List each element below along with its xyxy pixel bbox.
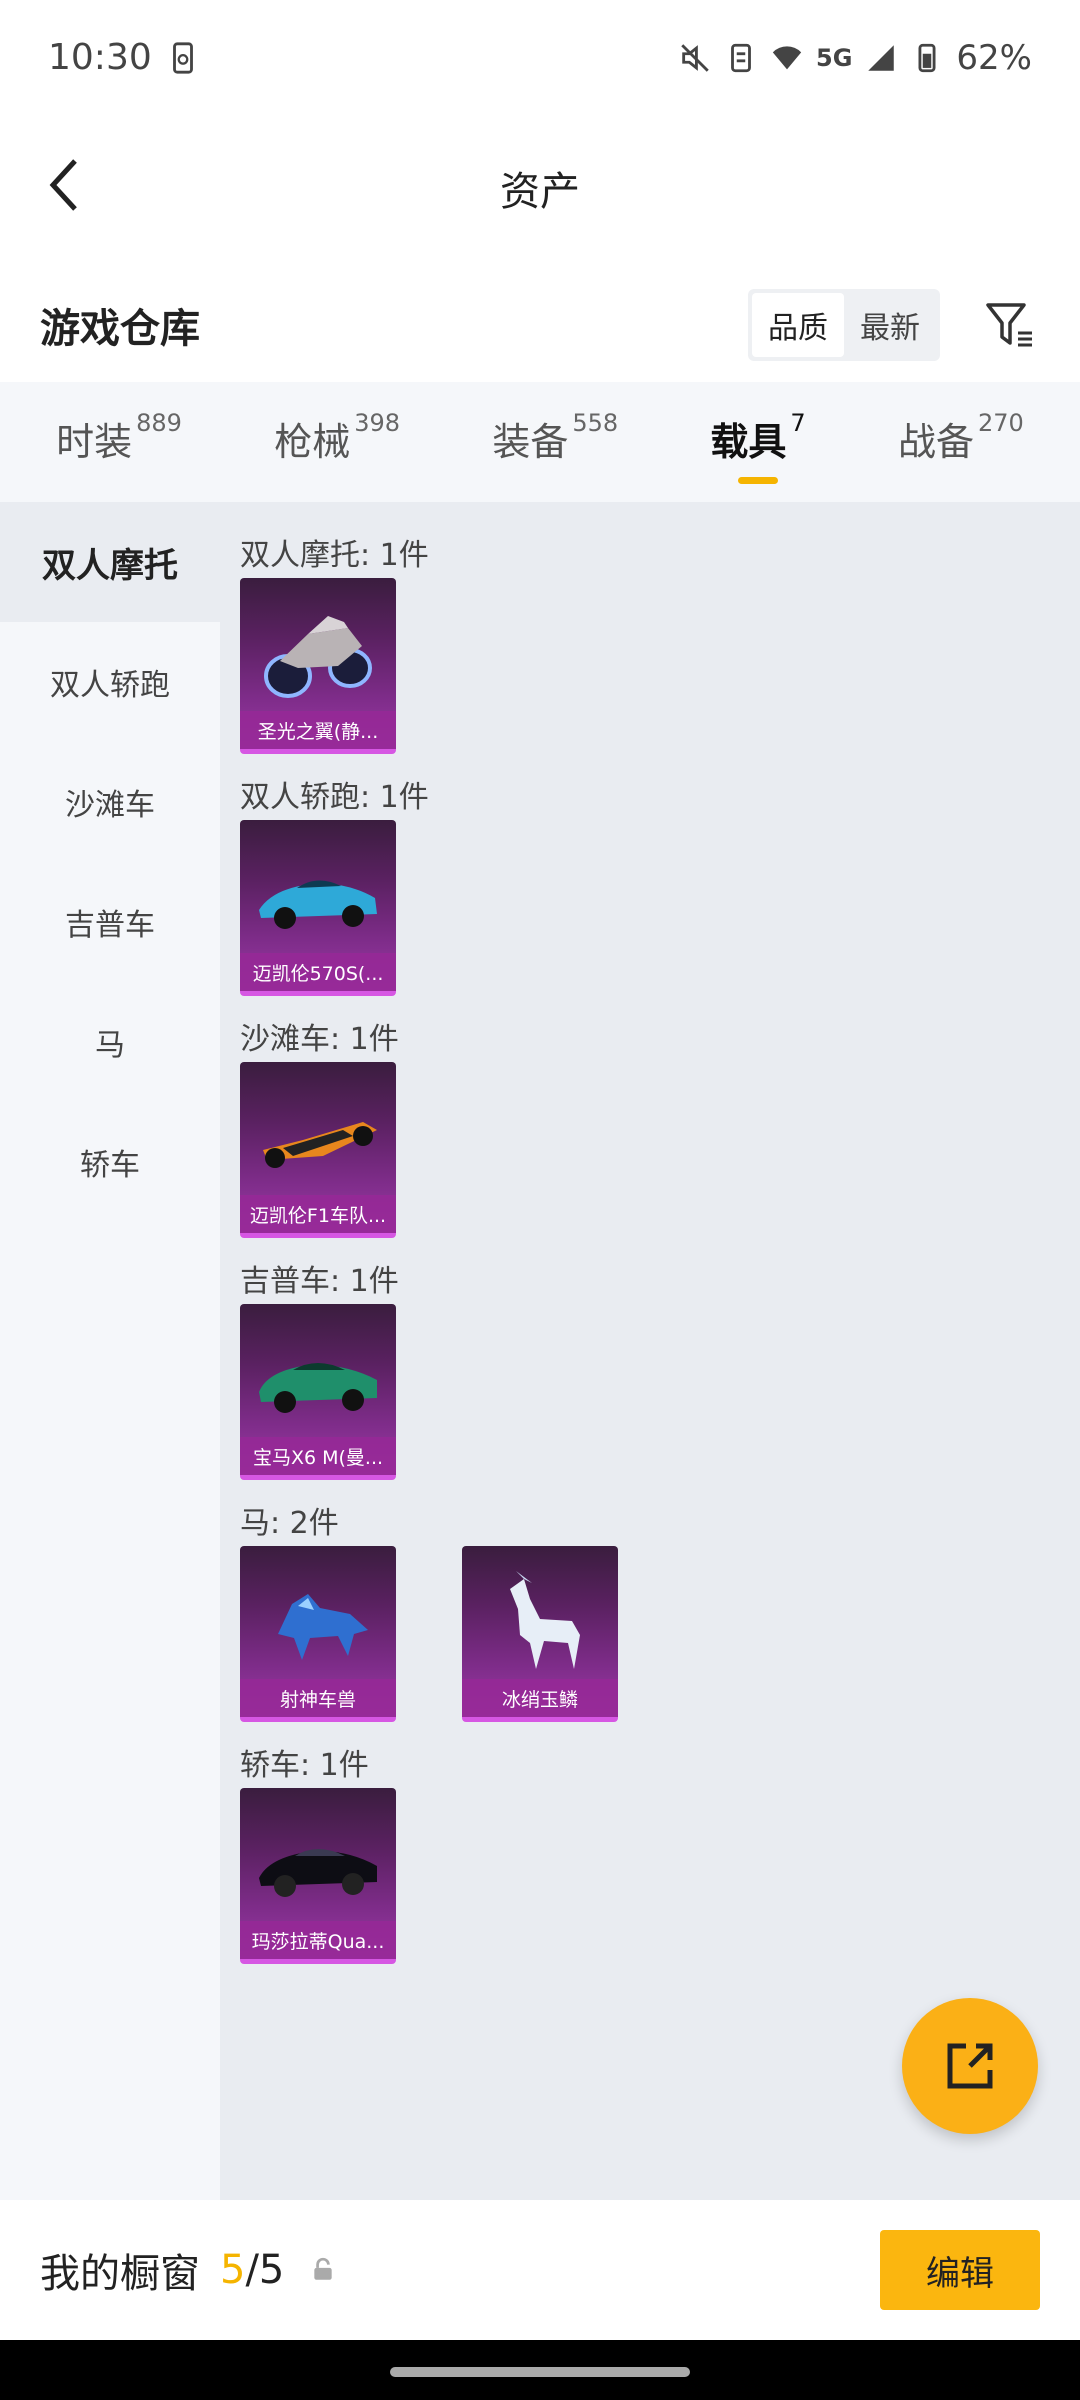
motorcycle-icon <box>246 596 390 716</box>
ice-horse-icon <box>468 1564 612 1684</box>
item-card[interactable]: 冰绡玉鳞 <box>462 1546 618 1722</box>
showcase-bar: 我的橱窗 5/5 编辑 <box>0 2200 1080 2340</box>
showcase-current: 5 <box>220 2247 246 2293</box>
suv-icon <box>246 1322 390 1442</box>
item-name: 圣光之翼(静... <box>240 711 396 749</box>
sidebar-item-double-coupe[interactable]: 双人轿跑 <box>0 622 220 742</box>
section-title: 游戏仓库 <box>40 306 200 352</box>
sidebar-item-double-motorcycle[interactable]: 双人摩托 <box>0 502 220 622</box>
tab-count: 7 <box>790 408 806 437</box>
tab-vehicles[interactable]: 载具 7 <box>710 401 806 484</box>
battery-icon <box>918 43 936 72</box>
vehicle-list: 双人摩托: 1件 圣光之翼(静... 双人轿跑: 1件 迈凯伦570S(... … <box>220 502 1080 2200</box>
filter-icon <box>986 303 1032 347</box>
item-name: 迈凯伦F1车队... <box>240 1195 396 1233</box>
tab-label: 时装 <box>56 419 133 464</box>
group-title: 马: 2件 <box>240 1506 339 1541</box>
sports-car-icon <box>246 838 390 958</box>
item-card[interactable]: 射神车兽 <box>240 1546 396 1722</box>
group-title: 沙滩车: 1件 <box>240 1022 399 1057</box>
f1-car-icon <box>246 1080 390 1200</box>
item-name: 宝马X6 M(曼... <box>240 1437 396 1475</box>
header: 资产 <box>0 115 1080 260</box>
page-title: 资产 <box>500 168 580 215</box>
signal-icon <box>868 44 895 71</box>
group-title: 吉普车: 1件 <box>240 1264 399 1299</box>
sidebar-item-horse[interactable]: 马 <box>0 982 220 1102</box>
tab-count: 270 <box>977 408 1024 437</box>
warehouse-section-header: 游戏仓库 品质 最新 <box>0 275 1080 375</box>
showcase-total: /5 <box>245 2247 285 2293</box>
phone-sync-icon <box>172 41 193 74</box>
sort-quality-button[interactable]: 品质 <box>752 293 844 357</box>
lock-icon <box>314 2257 333 2280</box>
group-title: 轿车: 1件 <box>240 1748 369 1783</box>
sort-toggle: 品质 最新 <box>748 289 940 361</box>
sidebar-item-jeep[interactable]: 吉普车 <box>0 862 220 982</box>
edit-button[interactable]: 编辑 <box>880 2230 1040 2310</box>
home-gesture-handle[interactable] <box>390 2367 690 2377</box>
group-title: 双人摩托: 1件 <box>240 538 429 573</box>
tab-label: 枪械 <box>274 419 351 464</box>
status-bar: 10:30 5G 62% <box>0 0 1080 115</box>
tab-supplies[interactable]: 战备 270 <box>898 401 1024 484</box>
share-fab-button[interactable] <box>902 1998 1038 2134</box>
item-name: 迈凯伦570S(... <box>240 953 396 991</box>
tab-count: 558 <box>572 408 619 437</box>
sidebar-item-sedan[interactable]: 轿车 <box>0 1102 220 1222</box>
sort-newest-button[interactable]: 最新 <box>844 293 936 357</box>
network-type: 5G <box>816 43 853 72</box>
item-card[interactable]: 迈凯伦570S(... <box>240 820 396 996</box>
tab-label: 装备 <box>492 419 569 464</box>
item-card[interactable]: 玛莎拉蒂Qua... <box>240 1788 396 1964</box>
tab-label: 战备 <box>897 419 974 464</box>
item-card[interactable]: 迈凯伦F1车队... <box>240 1062 396 1238</box>
showcase-label: 我的橱窗 <box>40 2251 200 2297</box>
filter-button[interactable] <box>980 295 1040 355</box>
tab-label: 载具 <box>710 419 787 464</box>
sedan-icon <box>246 1806 390 1926</box>
tab-count: 889 <box>136 408 182 437</box>
system-nav-bar <box>0 2340 1080 2400</box>
back-button[interactable] <box>30 150 100 220</box>
tab-equipment[interactable]: 装备 558 <box>492 401 618 484</box>
wifi-icon <box>772 45 802 69</box>
mute-icon <box>681 43 709 72</box>
tab-fashion[interactable]: 时装 889 <box>56 401 182 484</box>
share-icon <box>947 2043 993 2089</box>
battery-percent: 62% <box>956 37 1032 78</box>
status-time: 10:30 <box>48 37 152 78</box>
item-card[interactable]: 圣光之翼(静... <box>240 578 396 754</box>
item-name: 射神车兽 <box>240 1679 396 1717</box>
group-title: 双人轿跑: 1件 <box>240 780 429 815</box>
chevron-left-icon <box>49 159 77 211</box>
beast-icon <box>246 1564 390 1684</box>
category-tabs: 时装 889 枪械 398 装备 558 载具 7 战备 270 <box>0 382 1080 502</box>
item-card[interactable]: 宝马X6 M(曼... <box>240 1304 396 1480</box>
sim-icon <box>731 43 751 72</box>
tab-count: 398 <box>354 408 401 437</box>
tab-weapons[interactable]: 枪械 398 <box>274 401 400 484</box>
vehicle-type-sidebar: 双人摩托 双人轿跑 沙滩车 吉普车 马 轿车 <box>0 502 220 2200</box>
sidebar-item-buggy[interactable]: 沙滩车 <box>0 742 220 862</box>
item-name: 冰绡玉鳞 <box>462 1679 618 1717</box>
item-name: 玛莎拉蒂Qua... <box>240 1921 396 1959</box>
showcase-count: 5/5 <box>220 2247 284 2293</box>
active-tab-indicator <box>738 476 779 484</box>
